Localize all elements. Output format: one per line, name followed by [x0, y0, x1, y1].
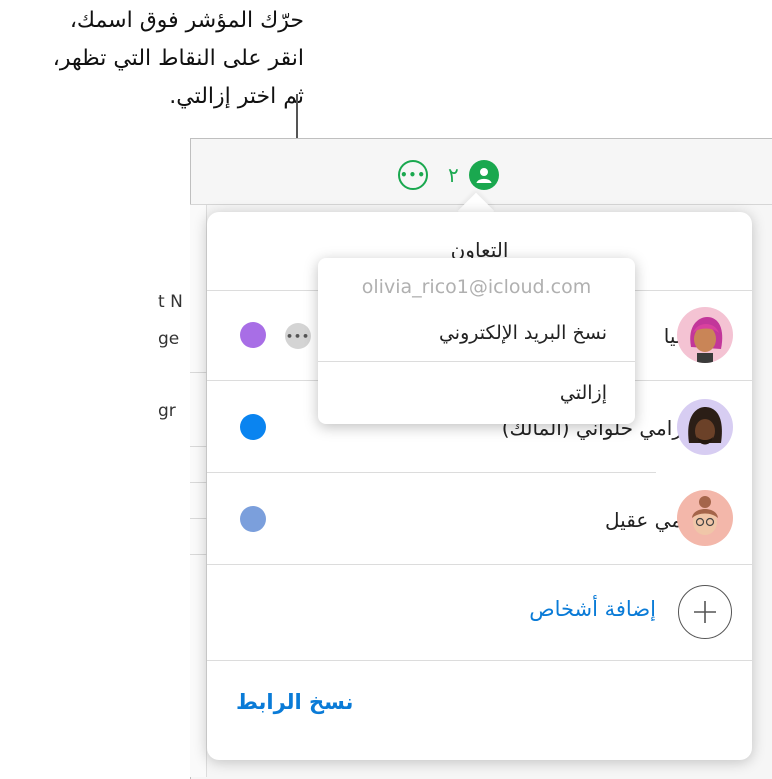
sheet-fragment: gr [158, 401, 176, 421]
callout-instructions: حرّك المؤشر فوق اسمك، انقر على النقاط ال… [4, 2, 304, 116]
copy-link-button[interactable]: نسخ الرابط [236, 690, 353, 714]
avatar [677, 307, 733, 363]
add-people-button[interactable] [678, 585, 732, 639]
collaborator-count: ٢ [448, 163, 459, 187]
add-people-link[interactable]: إضافة أشخاص [529, 597, 656, 621]
sheet-row-line [190, 518, 208, 519]
memoji-avatar-icon [688, 407, 722, 445]
callout-line-3: ثم اختر إزالتي. [169, 84, 304, 109]
person-circle-icon [476, 168, 492, 183]
sheet-row-line [190, 446, 208, 447]
sheet-row-line [190, 482, 208, 483]
sheet-row-line [190, 372, 208, 373]
divider [207, 564, 752, 565]
more-options-button[interactable]: ••• [285, 323, 311, 349]
sheet-column-strip [190, 205, 207, 777]
sheet-row-line [190, 554, 208, 555]
participant-options-menu: olivia_rico1@icloud.com نسخ البريد الإلك… [318, 258, 635, 424]
participant-color-dot [240, 506, 266, 532]
divider [207, 472, 656, 473]
toolbar-collab-controls: ••• ٢ [398, 158, 499, 192]
sheet-fragment: t N [158, 292, 183, 312]
ellipsis-circle-icon[interactable]: ••• [398, 160, 428, 190]
avatar [677, 490, 733, 546]
memoji-avatar-icon [690, 317, 723, 363]
avatar [677, 399, 733, 455]
memoji-avatar-icon [692, 496, 718, 535]
menu-divider [318, 361, 635, 362]
collaborate-button[interactable] [468, 160, 499, 190]
divider [207, 660, 752, 661]
remove-me-menu-item[interactable]: إزالتي [560, 382, 607, 404]
callout-line-1: حرّك المؤشر فوق اسمك، [69, 8, 304, 33]
menu-email: olivia_rico1@icloud.com [361, 276, 592, 298]
callout-line-2: انقر على النقاط التي تظهر، [52, 46, 304, 71]
participant-name[interactable]: مي عقيل [605, 508, 682, 532]
participant-color-dot [240, 414, 266, 440]
plus-icon [694, 601, 716, 623]
sheet-fragment: ge [158, 329, 180, 349]
participant-color-dot [240, 322, 266, 348]
copy-email-menu-item[interactable]: نسخ البريد الإلكتروني [439, 322, 607, 344]
